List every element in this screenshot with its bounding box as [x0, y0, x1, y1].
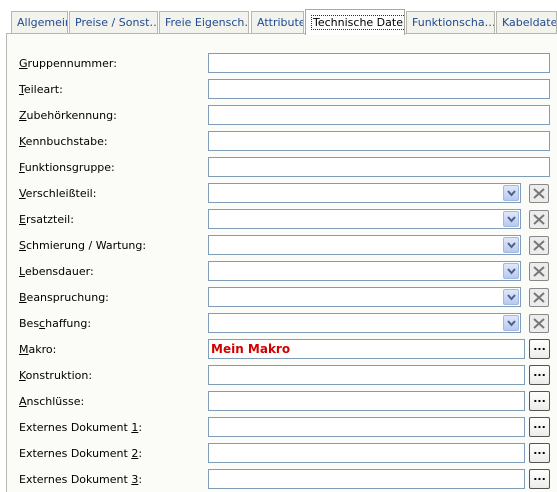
- tab-kabeldaten[interactable]: Kabeldaten: [496, 11, 557, 34]
- clear-x-icon[interactable]: [529, 314, 549, 333]
- clear-x-icon[interactable]: [529, 210, 549, 229]
- row-externes-dokument-2: Externes Dokument 2: ...: [0, 443, 557, 465]
- makro-browse-button[interactable]: ...: [529, 339, 550, 359]
- row-beanspruchung: Beanspruchung:: [0, 287, 557, 309]
- makro-field[interactable]: Mein Makro: [208, 339, 525, 359]
- gruppennummer-field[interactable]: [208, 53, 550, 73]
- externes-dokument-1-field[interactable]: [208, 417, 525, 437]
- clear-x-icon[interactable]: [529, 236, 549, 255]
- anschluesse-label: Anschlüsse:: [19, 395, 85, 408]
- kennbuchstabe-label: Kennbuchstabe:: [19, 135, 108, 148]
- gruppennummer-label: Gruppennummer:: [19, 57, 117, 70]
- clear-x-icon[interactable]: [529, 288, 549, 307]
- zubehoerkennung-label: Zubehörkennung:: [19, 109, 117, 122]
- makro-label: Makro:: [19, 343, 57, 356]
- row-funktionsgruppe: Funktionsgruppe:: [0, 157, 557, 179]
- verschleissteil-select[interactable]: [208, 183, 521, 203]
- tab-preise-sonstiges[interactable]: Preise / Sonst…: [69, 11, 158, 34]
- chevron-down-icon[interactable]: [503, 315, 519, 331]
- externes-dokument-3-browse-button[interactable]: ...: [529, 469, 550, 489]
- schmierung-select[interactable]: [208, 235, 521, 255]
- row-beschaffung: Beschaffung:: [0, 313, 557, 335]
- tab-funktionscharakteristik[interactable]: Funktionscha…: [406, 11, 495, 34]
- chevron-down-icon[interactable]: [503, 263, 519, 279]
- row-verschleissteil: Verschleißteil:: [0, 183, 557, 205]
- clear-x-icon[interactable]: [529, 262, 549, 281]
- row-zubehoerkennung: Zubehörkennung:: [0, 105, 557, 127]
- tab-freie-eigenschaften[interactable]: Freie Eigensch…: [159, 11, 249, 34]
- zubehoerkennung-field[interactable]: [208, 105, 550, 125]
- row-schmierung-wartung: Schmierung / Wartung:: [0, 235, 557, 257]
- beanspruchung-select[interactable]: [208, 287, 521, 307]
- row-makro: Makro: Mein Makro ...: [0, 339, 557, 361]
- anschluesse-browse-button[interactable]: ...: [529, 391, 550, 411]
- row-externes-dokument-1: Externes Dokument 1: ...: [0, 417, 557, 439]
- ersatzteil-select[interactable]: [208, 209, 521, 229]
- tab-label: Preise / Sonst…: [75, 16, 158, 29]
- externes-dokument-2-field[interactable]: [208, 443, 525, 463]
- konstruktion-label: Konstruktion:: [19, 369, 93, 382]
- beschaffung-label: Beschaffung:: [19, 317, 92, 330]
- anschluesse-field[interactable]: [208, 391, 525, 411]
- chevron-down-icon[interactable]: [503, 289, 519, 305]
- funktionsgruppe-label: Funktionsgruppe:: [19, 161, 115, 174]
- tab-technische-daten[interactable]: Technische Daten: [305, 9, 405, 35]
- lebensdauer-select[interactable]: [208, 261, 521, 281]
- row-externes-dokument-3: Externes Dokument 3: ...: [0, 469, 557, 491]
- tab-label: Freie Eigensch…: [165, 16, 249, 29]
- row-anschluesse: Anschlüsse: ...: [0, 391, 557, 413]
- chevron-down-icon[interactable]: [503, 211, 519, 227]
- tab-label: Allgemein: [17, 16, 68, 29]
- externes-dokument-3-label: Externes Dokument 3:: [19, 473, 143, 486]
- tab-allgemein[interactable]: Allgemein: [11, 11, 68, 34]
- row-lebensdauer: Lebensdauer:: [0, 261, 557, 283]
- chevron-down-icon[interactable]: [503, 185, 519, 201]
- lebensdauer-label: Lebensdauer:: [19, 265, 94, 278]
- konstruktion-field[interactable]: [208, 365, 525, 385]
- externes-dokument-1-browse-button[interactable]: ...: [529, 417, 550, 437]
- externes-dokument-2-browse-button[interactable]: ...: [529, 443, 550, 463]
- externes-dokument-1-label: Externes Dokument 1:: [19, 421, 143, 434]
- row-konstruktion: Konstruktion: ...: [0, 365, 557, 387]
- tab-label: Kabeldaten: [502, 16, 557, 29]
- row-ersatzteil: Ersatzteil:: [0, 209, 557, 231]
- tab-label: Technische Daten: [311, 15, 404, 30]
- tab-label: Attribute: [257, 16, 304, 29]
- beanspruchung-label: Beanspruchung:: [19, 291, 109, 304]
- beschaffung-select[interactable]: [208, 313, 521, 333]
- tab-bar: Allgemein Preise / Sonst… Freie Eigensch…: [0, 0, 557, 35]
- konstruktion-browse-button[interactable]: ...: [529, 365, 550, 385]
- row-teileart: Teileart:: [0, 79, 557, 101]
- verschleissteil-label: Verschleißteil:: [19, 187, 97, 200]
- externes-dokument-2-label: Externes Dokument 2:: [19, 447, 143, 460]
- chevron-down-icon[interactable]: [503, 237, 519, 253]
- externes-dokument-3-field[interactable]: [208, 469, 525, 489]
- tab-label: Funktionscha…: [412, 16, 495, 29]
- makro-value: Mein Makro: [211, 342, 291, 356]
- tab-attribute[interactable]: Attribute: [251, 11, 304, 34]
- funktionsgruppe-field[interactable]: [208, 157, 550, 177]
- teileart-label: Teileart:: [19, 83, 63, 96]
- ersatzteil-label: Ersatzteil:: [19, 213, 74, 226]
- schmierung-label: Schmierung / Wartung:: [19, 239, 147, 252]
- clear-x-icon[interactable]: [529, 184, 549, 203]
- teileart-field[interactable]: [208, 79, 550, 99]
- row-gruppennummer: Gruppennummer:: [0, 53, 557, 75]
- row-kennbuchstabe: Kennbuchstabe:: [0, 131, 557, 153]
- kennbuchstabe-field[interactable]: [208, 131, 550, 151]
